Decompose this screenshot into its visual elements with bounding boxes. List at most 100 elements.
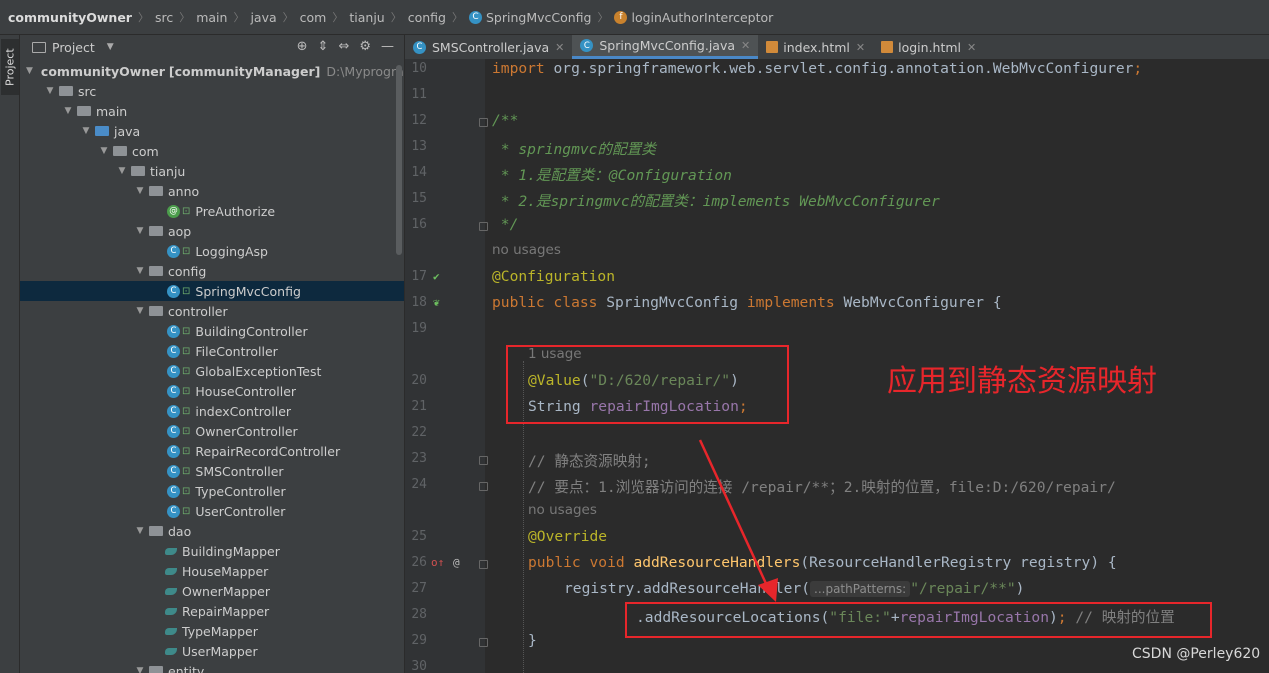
code-line: 11	[405, 83, 1269, 109]
tree-item-buildingcontroller[interactable]: C ⊡ BuildingController	[20, 321, 404, 341]
breadcrumb-class-label: SpringMvcConfig	[485, 9, 592, 25]
fold-icon[interactable]	[479, 638, 488, 647]
tree-item-buildingmapper[interactable]: BuildingMapper	[20, 541, 404, 561]
line-number: 22	[411, 425, 427, 440]
doc-comment: * springmvc的配置类	[492, 141, 656, 158]
chevron-down-icon[interactable]: ▼	[134, 526, 146, 536]
line-number: 13	[411, 139, 427, 154]
minimize-icon[interactable]: —	[381, 39, 394, 54]
tree-item-tianju[interactable]: ▼ tianju	[20, 161, 404, 181]
tree-item-springmvcconfig[interactable]: C ⊡ SpringMvcConfig	[20, 281, 404, 301]
spring-leaf-icon[interactable]: ❦	[433, 296, 440, 309]
at-icon[interactable]: @	[453, 556, 460, 569]
tab-springmvcconfig[interactable]: C SpringMvcConfig.java ✕	[572, 35, 759, 59]
lock-icon: ⊡	[182, 485, 191, 497]
annotation-icon: @	[167, 204, 180, 218]
tree-item-housemapper[interactable]: HouseMapper	[20, 561, 404, 581]
tree-item-config[interactable]: ▼ config	[20, 261, 404, 281]
tree-item-loggingasp[interactable]: C ⊡ LoggingAsp	[20, 241, 404, 261]
tree-item-preauthorize[interactable]: @ ⊡ PreAuthorize	[20, 201, 404, 221]
breadcrumb-java[interactable]: java	[250, 10, 276, 25]
tree-item-entity[interactable]: ▼ entity	[20, 661, 404, 673]
fold-icon[interactable]	[479, 118, 488, 127]
scrollbar[interactable]	[396, 65, 402, 255]
collapse-all-icon[interactable]: ⇔	[338, 39, 349, 54]
tree-item-ownermapper[interactable]: OwnerMapper	[20, 581, 404, 601]
tree-item-label: RepairMapper	[182, 603, 270, 619]
tab-login-html[interactable]: login.html ✕	[873, 35, 984, 59]
tree-item-indexcontroller[interactable]: C ⊡ indexController	[20, 401, 404, 421]
editor-tabs: C SMSController.java ✕ C SpringMvcConfig.…	[405, 35, 1269, 59]
tree-item-typemapper[interactable]: TypeMapper	[20, 621, 404, 641]
lock-icon: ⊡	[182, 245, 191, 257]
breadcrumb-tianju[interactable]: tianju	[349, 10, 384, 25]
fold-icon[interactable]	[479, 222, 488, 231]
breadcrumb-project[interactable]: communityOwner	[8, 10, 132, 25]
tree-root[interactable]: ▼ communityOwner [communityManager] D:\M…	[20, 61, 404, 81]
override-icon[interactable]: o↑	[431, 556, 444, 569]
tree-item-dao[interactable]: ▼ dao	[20, 521, 404, 541]
tree-item-src[interactable]: ▼ src	[20, 81, 404, 101]
usage-hint[interactable]: no usages	[528, 502, 597, 518]
breadcrumb-main[interactable]: main	[196, 10, 227, 25]
chevron-down-icon[interactable]: ▼	[134, 226, 146, 236]
chevron-down-icon[interactable]: ▼	[62, 106, 74, 116]
tree-item-repairrecordcontroller[interactable]: C ⊡ RepairRecordController	[20, 441, 404, 461]
chevron-down-icon[interactable]: ▼	[44, 86, 56, 96]
chevron-down-icon[interactable]: ▼	[134, 186, 146, 196]
close-icon[interactable]: ✕	[555, 41, 564, 54]
fold-icon[interactable]	[479, 560, 488, 569]
tree-item-smscontroller[interactable]: C ⊡ SMSController	[20, 461, 404, 481]
breadcrumb-com[interactable]: com	[300, 10, 327, 25]
line-number: 12	[411, 113, 427, 128]
chevron-down-icon[interactable]: ▼	[134, 666, 146, 673]
tab-index-html[interactable]: index.html ✕	[758, 35, 873, 59]
gear-icon[interactable]: ⚙	[359, 39, 371, 54]
chevron-down-icon[interactable]: ▼	[80, 126, 92, 136]
highlight-box-locations	[625, 602, 1212, 638]
tree-item-usermapper[interactable]: UserMapper	[20, 641, 404, 661]
chevron-down-icon[interactable]: ▼	[107, 42, 114, 52]
project-tool-window-button[interactable]: Project	[1, 39, 19, 95]
breadcrumb-field[interactable]: f loginAuthorInterceptor	[614, 10, 773, 25]
expand-all-icon[interactable]: ⇕	[318, 39, 329, 54]
locate-icon[interactable]: ⊕	[297, 39, 308, 54]
tree-item-housecontroller[interactable]: C ⊡ HouseController	[20, 381, 404, 401]
tree-item-main[interactable]: ▼ main	[20, 101, 404, 121]
chevron-down-icon[interactable]: ▼	[116, 166, 128, 176]
breadcrumb-separator: 〉	[137, 11, 149, 24]
close-icon[interactable]: ✕	[967, 41, 976, 54]
tree-item-ownercontroller[interactable]: C ⊡ OwnerController	[20, 421, 404, 441]
project-view-selector[interactable]: Project	[52, 40, 95, 55]
tree-item-aop[interactable]: ▼ aop	[20, 221, 404, 241]
spring-bean-icon[interactable]: ✔	[433, 270, 440, 283]
line-number: 27	[411, 581, 427, 596]
tree-item-com[interactable]: ▼ com	[20, 141, 404, 161]
tree-item-typecontroller[interactable]: C ⊡ TypeController	[20, 481, 404, 501]
tree-item-usercontroller[interactable]: C ⊡ UserController	[20, 501, 404, 521]
close-icon[interactable]: ✕	[856, 41, 865, 54]
chevron-down-icon[interactable]: ▼	[134, 266, 146, 276]
chevron-down-icon[interactable]: ▼	[134, 306, 146, 316]
tree-item-filecontroller[interactable]: C ⊡ FileController	[20, 341, 404, 361]
breadcrumb-src[interactable]: src	[155, 10, 173, 25]
tree-item-globalexceptiontest[interactable]: C ⊡ GlobalExceptionTest	[20, 361, 404, 381]
close-icon[interactable]: ✕	[741, 39, 750, 52]
code-line: 14 * 1.是配置类：@Configuration	[405, 161, 1269, 187]
tool-window-strip: Project	[0, 35, 20, 673]
chevron-down-icon[interactable]: ▼	[26, 66, 33, 76]
breadcrumb-class[interactable]: C SpringMvcConfig	[468, 9, 592, 25]
fold-icon[interactable]	[479, 456, 488, 465]
tab-smscontroller[interactable]: C SMSController.java ✕	[405, 35, 572, 59]
breadcrumb-config[interactable]: config	[408, 10, 446, 25]
usage-hint[interactable]: no usages	[492, 242, 561, 258]
folder-icon	[149, 266, 163, 276]
line-number: 23	[411, 451, 427, 466]
chevron-down-icon[interactable]: ▼	[98, 146, 110, 156]
fold-icon[interactable]	[479, 482, 488, 491]
tree-item-java[interactable]: ▼ java	[20, 121, 404, 141]
tree-item-anno[interactable]: ▼ anno	[20, 181, 404, 201]
line-number: 19	[411, 321, 427, 336]
tree-item-repairmapper[interactable]: RepairMapper	[20, 601, 404, 621]
tree-item-controller[interactable]: ▼ controller	[20, 301, 404, 321]
